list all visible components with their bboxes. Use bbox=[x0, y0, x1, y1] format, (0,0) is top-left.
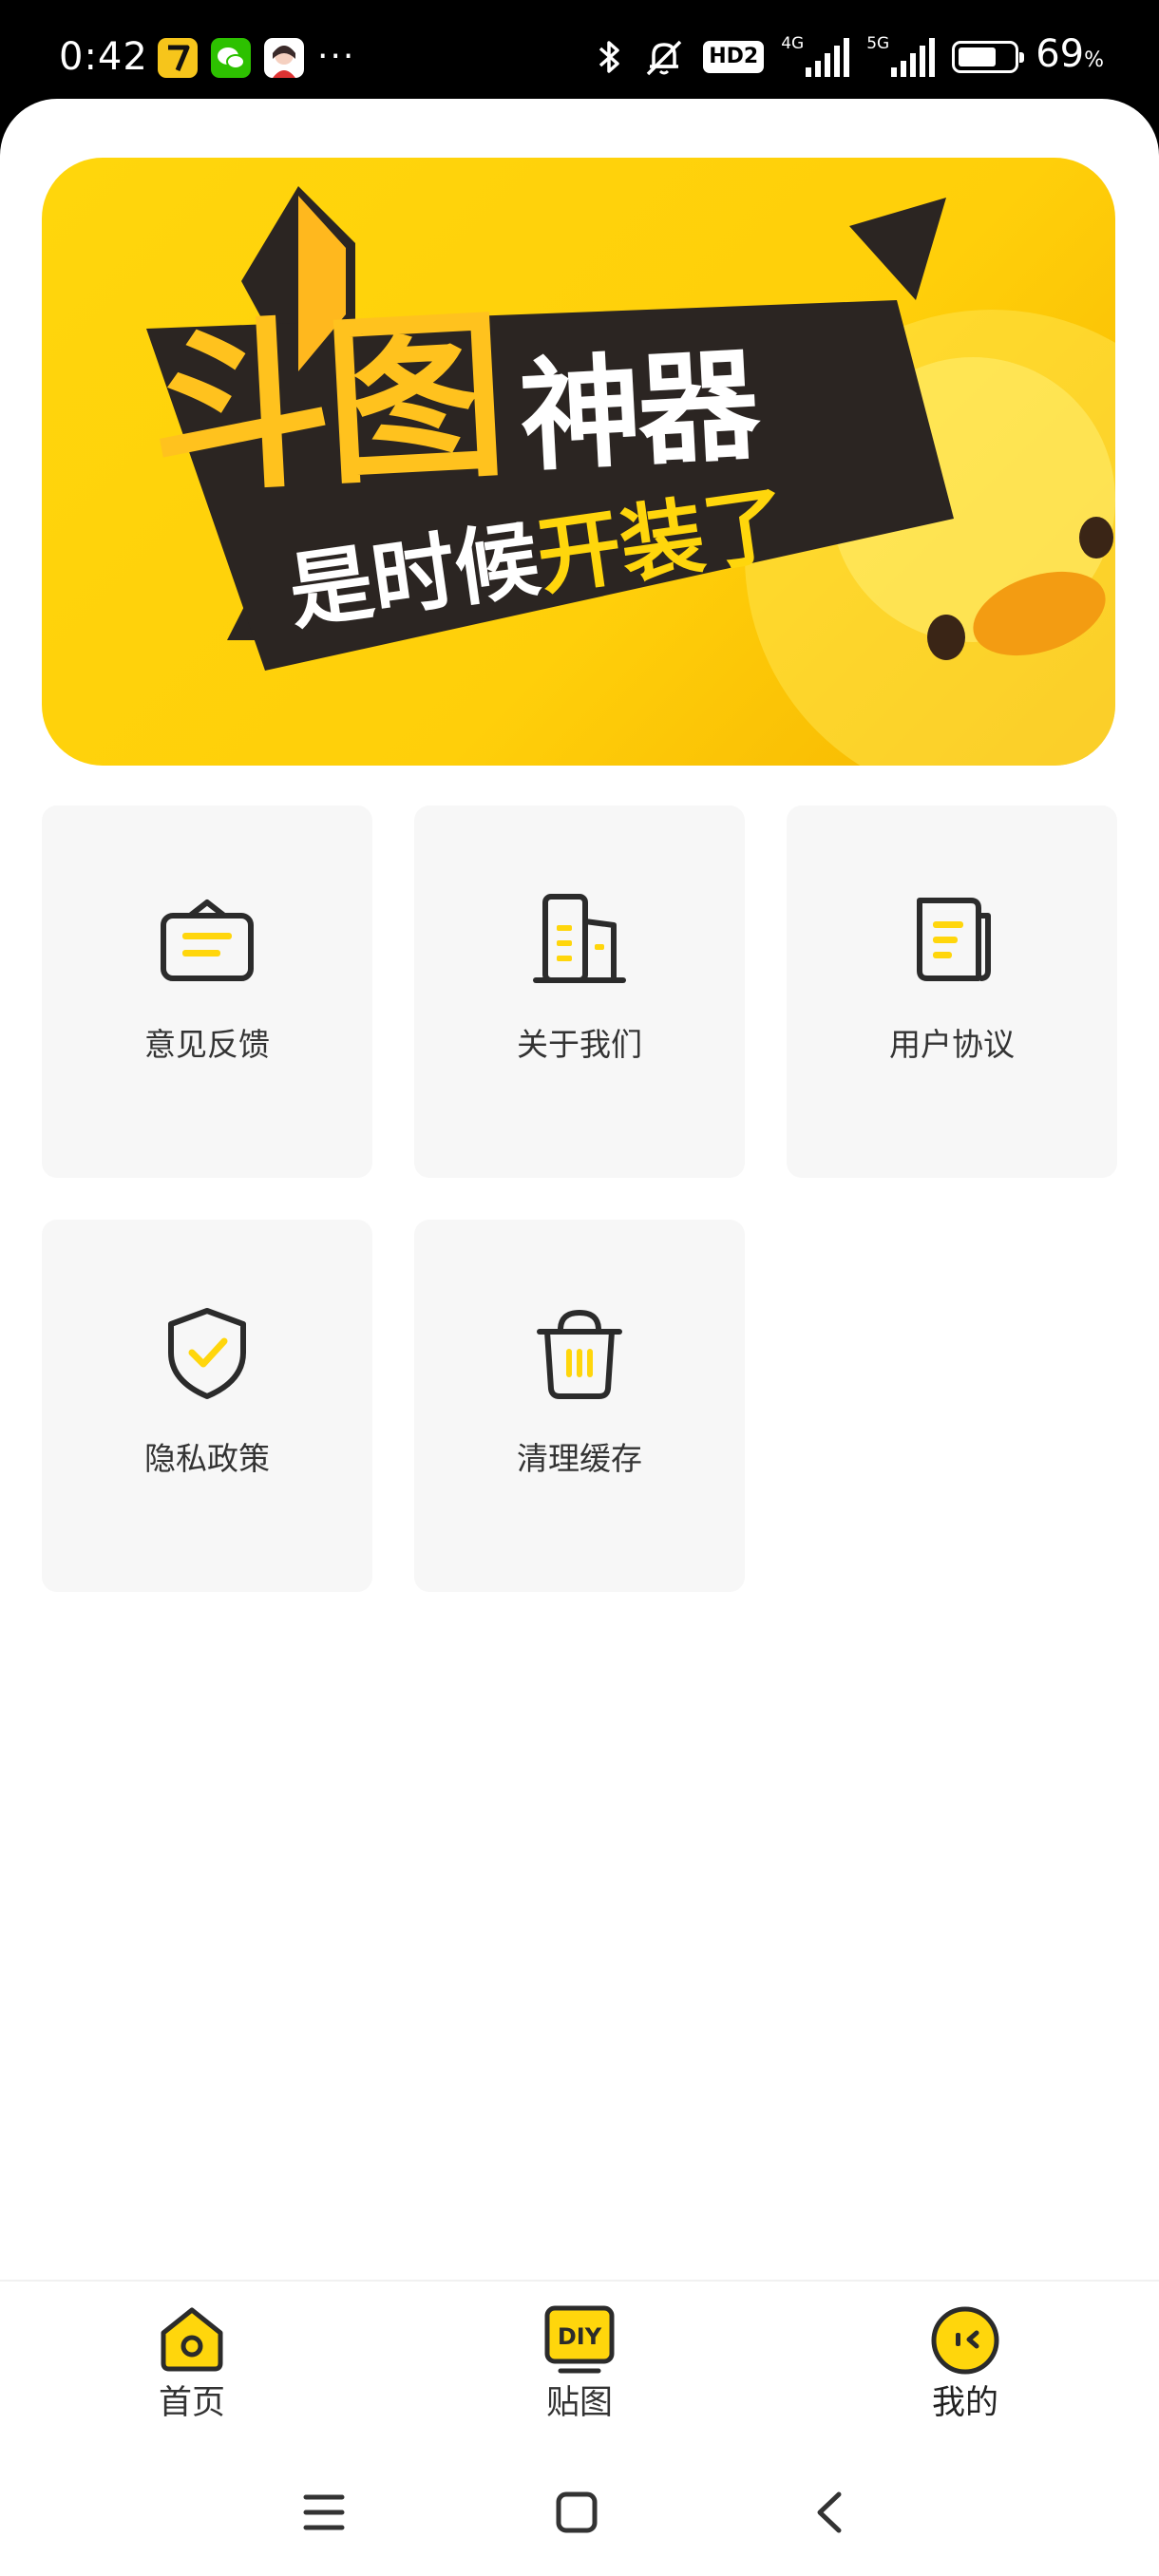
nav-tab-label: 我的 bbox=[931, 2384, 998, 2422]
buildings-icon bbox=[533, 894, 626, 983]
menu-lines-icon bbox=[303, 2494, 345, 2530]
system-navigation-bar bbox=[0, 2451, 1159, 2576]
feedback-bag-icon bbox=[161, 900, 254, 981]
menu-item-feedback[interactable]: 意见反馈 bbox=[42, 805, 372, 1178]
shield-check-icon bbox=[168, 1308, 246, 1399]
menu-item-about[interactable]: 关于我们 bbox=[414, 805, 745, 1178]
menu-item-label: 关于我们 bbox=[517, 1026, 642, 1063]
banner-title-a: 斗图 bbox=[144, 291, 506, 519]
status-bar: 0:42 ··· HD2 4G 5G 69% bbox=[0, 0, 1159, 99]
nav-tab-label: 贴图 bbox=[545, 2384, 613, 2422]
bluetooth-icon bbox=[599, 41, 619, 73]
square-home-icon bbox=[556, 2491, 598, 2533]
home-button[interactable] bbox=[543, 2479, 610, 2546]
status-time: 0:42 bbox=[59, 35, 148, 79]
face-icon bbox=[931, 2306, 999, 2375]
nav-tab-mine[interactable]: 我的 bbox=[870, 2282, 1060, 2453]
promo-banner[interactable]: 斗图 神器 是时候开装了 bbox=[42, 158, 1115, 766]
menu-item-user-agreement[interactable]: 用户协议 bbox=[787, 805, 1117, 1178]
menu-item-label: 隐私政策 bbox=[144, 1440, 270, 1477]
bottom-navigation: 首页 DIY 贴图 我的 bbox=[0, 2280, 1159, 2453]
menu-item-label: 清理缓存 bbox=[517, 1440, 642, 1477]
more-notifications-icon: ··· bbox=[317, 37, 356, 76]
mute-bell-icon bbox=[646, 40, 682, 76]
battery-percent: 69% bbox=[1036, 31, 1104, 76]
profile-page: 斗图 神器 是时候开装了 意见反馈 关于我们 用户协议 隐私政策 清理缓存 首页… bbox=[0, 99, 1159, 2576]
nav-tab-home[interactable]: 首页 bbox=[97, 2282, 287, 2453]
nav-tab-stickers[interactable]: DIY 贴图 bbox=[484, 2282, 674, 2453]
battery-level bbox=[959, 47, 997, 66]
notification-app-icon bbox=[158, 38, 198, 78]
home-icon bbox=[161, 2307, 223, 2372]
trash-bin-icon bbox=[537, 1309, 622, 1399]
hd-badge: HD2 bbox=[703, 41, 765, 73]
diy-label: DIY bbox=[558, 2323, 602, 2350]
wechat-icon bbox=[211, 38, 251, 78]
diy-sticker-icon: DIY bbox=[544, 2305, 615, 2374]
menu-item-clear-cache[interactable]: 清理缓存 bbox=[414, 1220, 745, 1592]
menu-item-privacy-policy[interactable]: 隐私政策 bbox=[42, 1220, 372, 1592]
avatar-app-icon bbox=[264, 38, 304, 78]
back-button[interactable] bbox=[796, 2479, 863, 2546]
menu-item-label: 用户协议 bbox=[889, 1026, 1015, 1063]
battery-icon bbox=[952, 41, 1025, 73]
menu-item-label: 意见反馈 bbox=[144, 1026, 270, 1063]
signal-5g-icon: 5G bbox=[866, 35, 936, 79]
signal-4g-icon: 4G bbox=[781, 35, 850, 79]
document-icon bbox=[917, 898, 991, 981]
back-chevron-icon bbox=[817, 2491, 842, 2533]
recent-apps-button[interactable] bbox=[291, 2479, 357, 2546]
nav-tab-label: 首页 bbox=[158, 2384, 225, 2422]
